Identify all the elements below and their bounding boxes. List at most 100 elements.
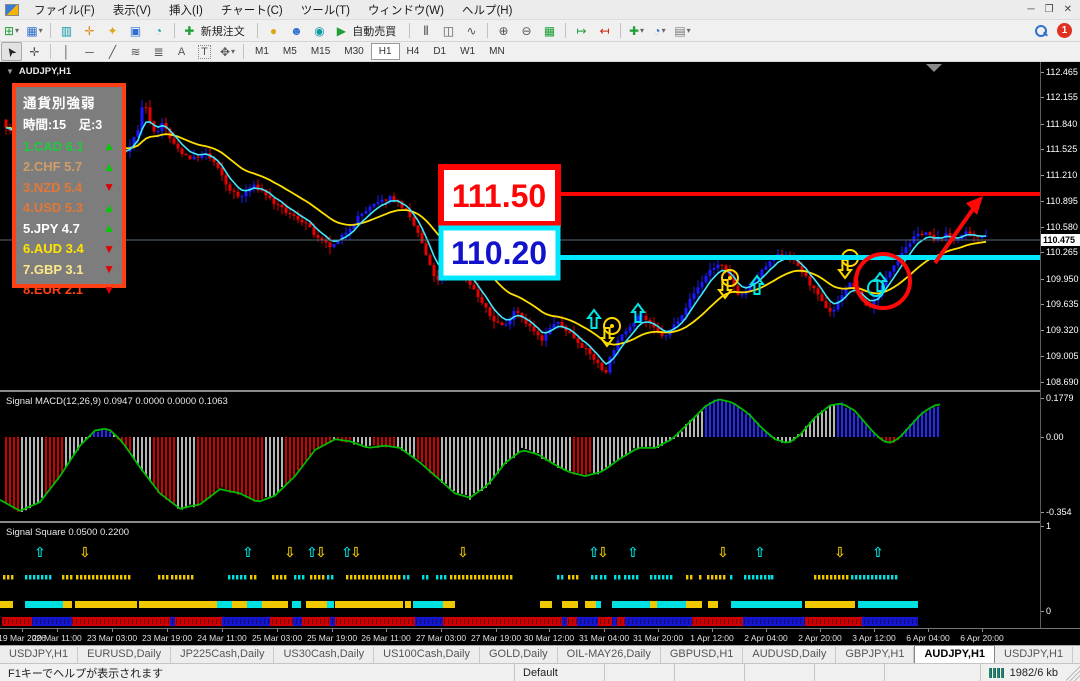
search-icon[interactable]: [1035, 24, 1047, 37]
zoom-out-button[interactable]: ⊖: [516, 21, 537, 40]
news-button[interactable]: ◉: [309, 21, 330, 40]
menu-item-4[interactable]: ツール(T): [292, 0, 359, 20]
time-axis-tick: [549, 629, 550, 632]
auto-trading-button[interactable]: ▶ 自動売買: [332, 21, 404, 40]
indicators-button[interactable]: ✚ ▾: [626, 21, 647, 40]
timeframe-m1[interactable]: M1: [248, 43, 276, 60]
tile-windows-button[interactable]: ▦: [539, 21, 560, 40]
resistance-line[interactable]: [558, 192, 1080, 196]
timeframe-m5[interactable]: M5: [276, 43, 304, 60]
templates-button[interactable]: ▤ ▾: [672, 21, 693, 40]
menu-item-0[interactable]: ファイル(F): [25, 0, 104, 20]
main-price-chart[interactable]: 111.50 110.20: [0, 62, 1080, 391]
status-cell: [745, 664, 815, 681]
chart-tab-audjpyh1[interactable]: AUDJPY,H1: [914, 645, 996, 663]
status-traffic: 1982/6 kb: [979, 664, 1066, 681]
chart-tab-us30cashdaily[interactable]: US30Cash,Daily: [274, 647, 375, 663]
terminal-button[interactable]: ▣: [125, 21, 146, 40]
status-cell: [675, 664, 745, 681]
restore-button[interactable]: ❐: [1045, 4, 1054, 15]
menu-item-3[interactable]: チャート(C): [212, 0, 292, 20]
price-axis-label: 110.895: [1041, 196, 1078, 206]
chart-tab-golddaily[interactable]: GOLD,Daily: [480, 647, 558, 663]
bar-chart-mode-button[interactable]: |||: [415, 21, 436, 40]
timeframe-w1[interactable]: W1: [453, 43, 482, 60]
cursor-icon: ➤: [2, 43, 21, 60]
auto-scroll-button[interactable]: ↦: [571, 21, 592, 40]
chart-tab-usdjpyh1[interactable]: USDJPY,H1: [995, 647, 1074, 663]
time-axis[interactable]: 19 Mar 2026 20 Mar 11:00 23 Mar 03:00 23 Ma…: [0, 628, 1080, 645]
status-profile[interactable]: Default: [515, 664, 605, 681]
chart-tab-usdjpyh1[interactable]: USDJPY,H1: [0, 647, 79, 663]
time-axis-label: 20 Mar 11:00: [32, 633, 82, 643]
new-chart-button[interactable]: ⊞ ▾: [1, 21, 22, 40]
menu-item-1[interactable]: 表示(V): [104, 0, 160, 20]
support-line[interactable]: [558, 255, 1040, 260]
chart-shift-button[interactable]: ↤: [594, 21, 615, 40]
strength-row-6: 7.GBP 3.1 ▼: [23, 259, 115, 280]
timeframe-h4[interactable]: H4: [400, 43, 427, 60]
chart-tab-eurusddaily[interactable]: EURUSD,Daily: [78, 647, 172, 663]
dealing-ball-button[interactable]: ●: [263, 21, 284, 40]
chart-shift-marker[interactable]: [926, 64, 942, 72]
timeframe-h1[interactable]: H1: [370, 43, 400, 60]
timeframe-mn[interactable]: MN: [482, 43, 512, 60]
square-up-arrow: ⇧: [34, 545, 46, 561]
square-down-arrow: ⇩: [457, 545, 469, 561]
label-tool-button[interactable]: T: [194, 42, 215, 61]
minimize-button[interactable]: ─: [1028, 4, 1035, 15]
horizontal-line-icon: ─: [85, 44, 94, 59]
chart-tab-eurjpyh1[interactable]: EURJPY,H1: [1073, 647, 1080, 663]
trendline-tool-button[interactable]: ╱: [102, 42, 123, 61]
strength-row-5: 6.AUD 3.4 ▼: [23, 239, 115, 260]
macd-separator[interactable]: [0, 390, 1080, 392]
navigator-button[interactable]: ✦: [102, 21, 123, 40]
chart-window[interactable]: 111.50 110.20 ▼ AUDJPY,H1 通貨別強弱 時間:15 足:3…: [0, 62, 1080, 645]
text-tool-button[interactable]: A: [171, 42, 192, 61]
new-order-button[interactable]: ✚ 新規注文: [180, 21, 252, 40]
chart-symbol-label: ▼ AUDJPY,H1: [6, 66, 72, 77]
square-down-arrow: ⇩: [284, 545, 296, 561]
menu-item-5[interactable]: ウィンドウ(W): [359, 0, 453, 20]
periods-button[interactable]: ◔ ▾: [649, 21, 670, 40]
chart-tab-oilmay26daily[interactable]: OIL-MAY26,Daily: [558, 647, 661, 663]
square-separator[interactable]: [0, 521, 1080, 523]
candle-chart-mode-button[interactable]: ◫: [438, 21, 459, 40]
menu-item-6[interactable]: ヘルプ(H): [453, 0, 521, 20]
community-button[interactable]: ☻: [286, 21, 307, 40]
up-arrow-icon: ▲: [103, 221, 115, 236]
crosshair-tool-button[interactable]: ✛: [24, 42, 45, 61]
fibonacci-tool-button[interactable]: ≋: [125, 42, 146, 61]
timeframe-d1[interactable]: D1: [426, 43, 453, 60]
vertical-line-tool-button[interactable]: │: [56, 42, 77, 61]
trend-arrow[interactable]: [933, 200, 980, 265]
resistance-price-label[interactable]: 111.50: [438, 164, 561, 227]
signal-square-subwindow[interactable]: ⇧ ⇩ ⇧ ⇩ ⇧⇩ ⇧⇩ ⇩ ⇧⇩ ⇧ ⇩ ⇧ ⇩ ⇧: [0, 523, 1040, 628]
support-price-label[interactable]: 110.20: [438, 225, 561, 281]
profiles-button[interactable]: ▦ ▾: [24, 21, 45, 40]
horizontal-line-tool-button[interactable]: ─: [79, 42, 100, 61]
notification-badge[interactable]: 1: [1057, 23, 1072, 38]
market-watch-button[interactable]: ▥: [56, 21, 77, 40]
channel-tool-button[interactable]: ≣: [148, 42, 169, 61]
chart-tab-us100cashdaily[interactable]: US100Cash,Daily: [374, 647, 480, 663]
chart-tab-gbpjpyh1[interactable]: GBPJPY,H1: [836, 647, 915, 663]
line-chart-mode-button[interactable]: ∿: [461, 21, 482, 40]
data-window-button[interactable]: ✛: [79, 21, 100, 40]
strategy-tester-button[interactable]: ◔: [148, 21, 169, 40]
timeframe-m30[interactable]: M30: [337, 43, 370, 60]
arrows-tool-button[interactable]: ✥ ▾: [217, 42, 238, 61]
symbol-collapse-icon[interactable]: ▼: [6, 67, 14, 76]
drawing-toolbar: ➤ ✛ │ ─ ╱ ≋ ≣ A T ✥ ▾ M1 M5 M15 M30 H1 H4 D1 W1 M…: [0, 42, 1080, 62]
timeframe-m15[interactable]: M15: [304, 43, 337, 60]
macd-subwindow[interactable]: [0, 392, 1040, 521]
chart-tab-gbpusdh1[interactable]: GBPUSD,H1: [661, 647, 744, 663]
resize-grip[interactable]: [1066, 664, 1080, 681]
price-axis[interactable]: 112.465 112.155 111.840 111.525 111.210 110.8…: [1040, 62, 1080, 628]
menu-item-2[interactable]: 挿入(I): [160, 0, 212, 20]
cursor-tool-button[interactable]: ➤: [1, 42, 22, 61]
chart-tab-audusddaily[interactable]: AUDUSD,Daily: [743, 647, 837, 663]
chart-tab-jp225cashdaily[interactable]: JP225Cash,Daily: [171, 647, 275, 663]
zoom-in-button[interactable]: ⊕: [493, 21, 514, 40]
close-button[interactable]: ✕: [1064, 4, 1072, 15]
